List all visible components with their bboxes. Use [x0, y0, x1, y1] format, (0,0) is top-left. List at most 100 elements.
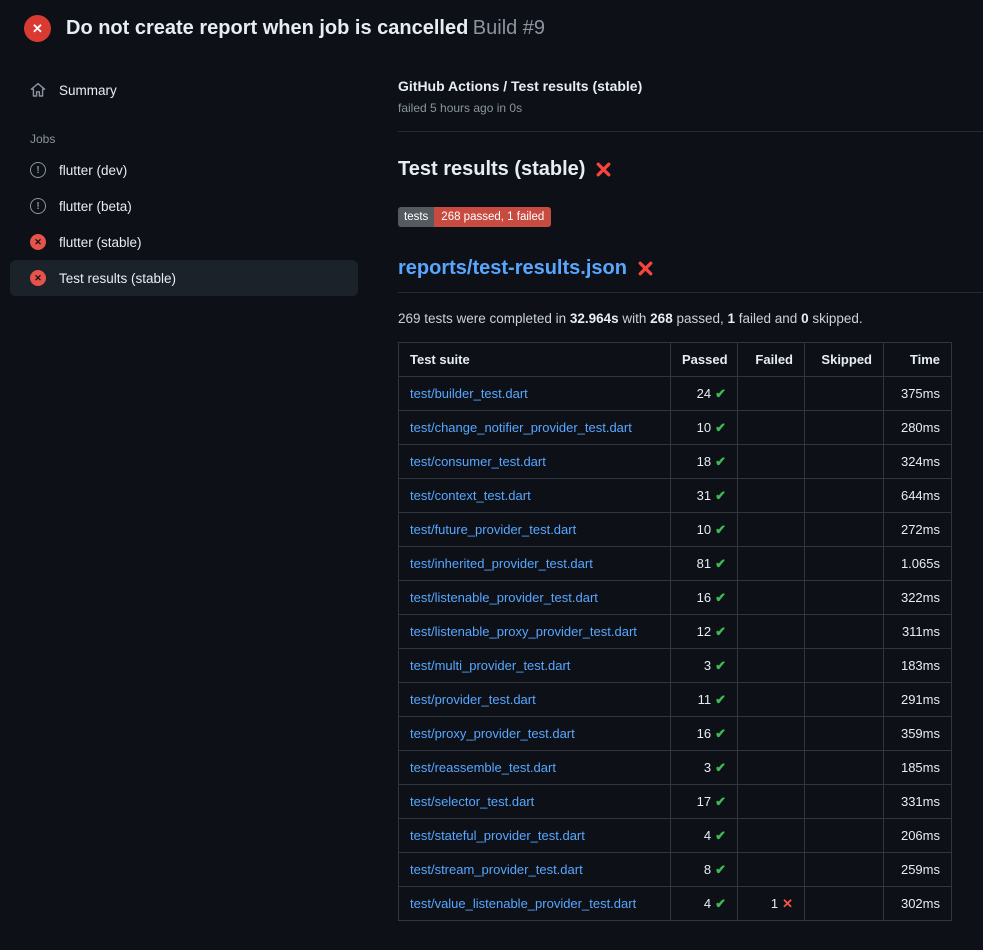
- skipped-cell: [805, 683, 884, 717]
- failed-cell: [738, 683, 805, 717]
- suite-link[interactable]: test/value_listenable_provider_test.dart: [410, 896, 636, 911]
- passed-cell: 10 ✔: [671, 513, 738, 547]
- suite-cell: test/builder_test.dart: [399, 377, 671, 411]
- failed-cell: [738, 785, 805, 819]
- summary-text: 269 tests were completed in: [398, 311, 570, 326]
- passed-count: 10: [697, 420, 711, 435]
- summary-text: passed,: [673, 311, 728, 326]
- time-cell: 183ms: [884, 649, 952, 683]
- skipped-cell: [805, 785, 884, 819]
- x-circle-icon: ✕: [30, 234, 46, 250]
- table-row: test/future_provider_test.dart10✔272ms: [399, 513, 952, 547]
- passed-cell: 16✔: [671, 581, 738, 615]
- failed-count: 1: [771, 896, 778, 911]
- table-row: test/stream_provider_test.dart8✔259ms: [399, 853, 952, 887]
- time-cell: 359ms: [884, 717, 952, 751]
- suite-link[interactable]: test/selector_test.dart: [410, 794, 534, 809]
- suite-cell: test/reassemble_test.dart: [399, 751, 671, 785]
- failed-cell: [738, 853, 805, 887]
- check-icon: ✔: [715, 794, 726, 809]
- passed-count: 81: [697, 556, 711, 571]
- suite-cell: test/multi_provider_test.dart: [399, 649, 671, 683]
- check-icon: ✔: [715, 760, 726, 775]
- time-cell: 644ms: [884, 479, 952, 513]
- skipped-cell: [805, 649, 884, 683]
- suite-link[interactable]: test/listenable_proxy_provider_test.dart: [410, 624, 637, 639]
- exclamation-circle-icon: !: [30, 162, 46, 178]
- sidebar-job-flutter-stable[interactable]: ✕ flutter (stable): [10, 224, 358, 260]
- suite-link[interactable]: test/provider_test.dart: [410, 692, 536, 707]
- check-icon: ✔: [715, 522, 726, 537]
- suite-link[interactable]: test/proxy_provider_test.dart: [410, 726, 575, 741]
- table-row: test/value_listenable_provider_test.dart…: [399, 887, 952, 921]
- time-cell: 291ms: [884, 683, 952, 717]
- failed-cell: [738, 547, 805, 581]
- job-label: Test results (stable): [59, 271, 176, 286]
- suite-link[interactable]: test/stream_provider_test.dart: [410, 862, 583, 877]
- passed-count: 8: [704, 862, 711, 877]
- failed-cell: [738, 819, 805, 853]
- suite-link[interactable]: test/future_provider_test.dart: [410, 522, 576, 537]
- suite-link[interactable]: test/change_notifier_provider_test.dart: [410, 420, 632, 435]
- table-row: test/selector_test.dart17✔331ms: [399, 785, 952, 819]
- skipped-cell: [805, 445, 884, 479]
- passed-count: 24: [697, 386, 711, 401]
- x-icon: ✕: [782, 896, 793, 911]
- main-content: GitHub Actions / Test results (stable) f…: [370, 56, 983, 921]
- suite-cell: test/future_provider_test.dart: [399, 513, 671, 547]
- failed-x-icon: [595, 161, 612, 178]
- home-icon: [30, 82, 46, 98]
- tests-summary-line: 269 tests were completed in 32.964s with…: [398, 311, 951, 326]
- table-header-row: Test suitePassedFailedSkippedTime: [399, 343, 952, 377]
- suite-link[interactable]: test/builder_test.dart: [410, 386, 528, 401]
- check-icon: ✔: [715, 692, 726, 707]
- passed-cell: 18✔: [671, 445, 738, 479]
- suite-cell: test/stateful_provider_test.dart: [399, 819, 671, 853]
- time-cell: 302ms: [884, 887, 952, 921]
- passed-count: 10: [697, 522, 711, 537]
- sidebar-item-summary[interactable]: Summary: [10, 72, 358, 108]
- passed-cell: 4✔: [671, 887, 738, 921]
- suite-link[interactable]: test/listenable_provider_test.dart: [410, 590, 598, 605]
- failed-cell: [738, 751, 805, 785]
- suite-link[interactable]: test/multi_provider_test.dart: [410, 658, 570, 673]
- sidebar-job-test-results-stable[interactable]: ✕Test results (stable): [10, 260, 358, 296]
- passed-cell: 12✔: [671, 615, 738, 649]
- job-label: flutter (dev): [59, 163, 127, 178]
- exclamation-circle-icon: !: [30, 198, 46, 214]
- failed-cell: [738, 411, 805, 445]
- failed-cell: [738, 513, 805, 547]
- jobs-section-label: Jobs: [30, 132, 358, 146]
- time-cell: 324ms: [884, 445, 952, 479]
- breadcrumb: GitHub Actions / Test results (stable): [398, 78, 951, 94]
- passed-cell: 17✔: [671, 785, 738, 819]
- summary-text: skipped.: [809, 311, 863, 326]
- sidebar-job-flutter-beta[interactable]: ! flutter (beta): [10, 188, 358, 224]
- suite-link[interactable]: test/context_test.dart: [410, 488, 531, 503]
- report-link[interactable]: reports/test-results.json: [398, 257, 654, 280]
- failed-cell: [738, 581, 805, 615]
- suite-link[interactable]: test/reassemble_test.dart: [410, 760, 556, 775]
- time-cell: 322ms: [884, 581, 952, 615]
- sidebar-summary-label: Summary: [59, 83, 117, 98]
- failed-cell: 1✕: [738, 887, 805, 921]
- suite-link[interactable]: test/stateful_provider_test.dart: [410, 828, 585, 843]
- suite-link[interactable]: test/inherited_provider_test.dart: [410, 556, 593, 571]
- summary-text: with: [619, 311, 651, 326]
- passed-count: 4: [704, 828, 711, 843]
- suite-cell: test/change_notifier_provider_test.dart: [399, 411, 671, 445]
- job-label: flutter (beta): [59, 199, 132, 214]
- table-row: test/multi_provider_test.dart3✔183ms: [399, 649, 952, 683]
- suite-link[interactable]: test/consumer_test.dart: [410, 454, 546, 469]
- passed-count: 4: [704, 896, 711, 911]
- job-label: flutter (stable): [59, 235, 142, 250]
- skipped-cell: [805, 581, 884, 615]
- time-cell: 311ms: [884, 615, 952, 649]
- check-icon: ✔: [715, 488, 726, 503]
- sidebar-job-flutter-dev[interactable]: ! flutter (dev): [10, 152, 358, 188]
- table-row: test/proxy_provider_test.dart16✔359ms: [399, 717, 952, 751]
- section-title: Test results (stable): [398, 158, 585, 181]
- time-cell: 259ms: [884, 853, 952, 887]
- column-header-test-suite: Test suite: [399, 343, 671, 377]
- suite-cell: test/stream_provider_test.dart: [399, 853, 671, 887]
